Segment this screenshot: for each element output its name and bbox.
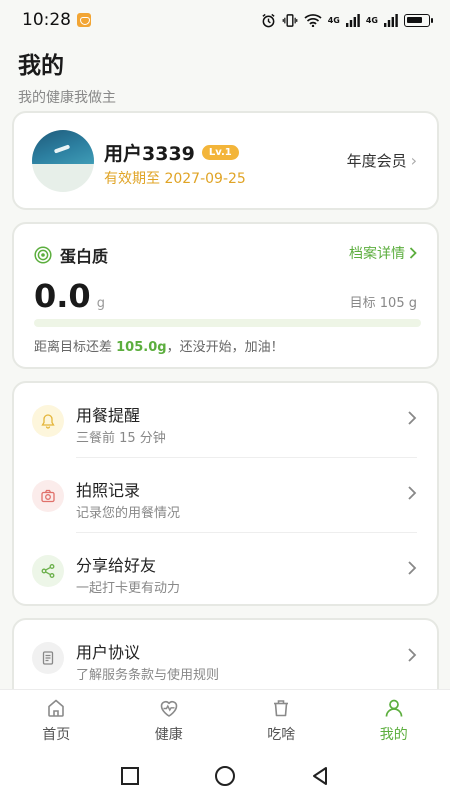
- chevron-right-icon: ›: [410, 151, 417, 170]
- menu-item-subtitle: 三餐前 15 分钟: [76, 431, 166, 446]
- menu-item-meal-reminder[interactable]: 用餐提醒 三餐前 15 分钟: [14, 383, 437, 457]
- level-badge: Lv.1: [201, 145, 239, 160]
- app-notification-icon: [77, 13, 91, 27]
- profile-card[interactable]: 用户3339 Lv.1 有效期至 2027-09-25 年度会员 ›: [12, 111, 439, 210]
- page-title: 我的: [18, 53, 64, 79]
- protein-goal: 目标 105 g: [349, 296, 417, 311]
- chevron-right-icon: [408, 648, 417, 662]
- page-header: 我的 我的健康我做主: [18, 46, 116, 107]
- signal-icon-2: [384, 13, 398, 27]
- wifi-icon: [304, 14, 322, 27]
- protein-remaining-message: 距离目标还差 105.0g，还没开始，加油！: [34, 336, 284, 355]
- chevron-right-icon: [409, 247, 417, 259]
- menu-item-title: 拍照记录: [76, 481, 141, 500]
- system-nav-bar: [0, 751, 450, 800]
- chevron-right-icon: [408, 411, 417, 425]
- protein-progress-bar: [34, 319, 421, 327]
- alarm-icon: [262, 13, 275, 27]
- nav-item-health[interactable]: 健康: [113, 690, 226, 751]
- home-icon: [48, 699, 65, 717]
- remaining-amount: 105.0g: [116, 340, 167, 355]
- nav-item-what-to-eat[interactable]: 吃啥: [225, 690, 338, 751]
- menu-item-photo-record[interactable]: 拍照记录 记录您的用餐情况: [14, 458, 437, 532]
- profile-details-link[interactable]: 档案详情: [349, 243, 417, 263]
- network-label-1: 4G: [327, 15, 340, 25]
- avatar[interactable]: [32, 130, 94, 192]
- settings-menu-card: 用餐提醒 三餐前 15 分钟 拍照记录 记录您的用餐情况 分享给好友 一起打卡更…: [12, 381, 439, 606]
- trash-bin-icon: [274, 700, 289, 717]
- bottom-nav: 首页 健康 吃啥 我的: [0, 689, 450, 751]
- status-bar: 10:28 4G 4G: [0, 0, 450, 40]
- nav-label: 首页: [42, 727, 71, 743]
- membership-link[interactable]: 年度会员 ›: [347, 150, 417, 171]
- menu-item-title: 用餐提醒: [76, 406, 141, 425]
- heart-pulse-icon: [160, 701, 178, 717]
- menu-item-title: 用户协议: [76, 643, 141, 662]
- profile-details-label: 档案详情: [349, 246, 405, 262]
- protein-label: 蛋白质: [60, 247, 109, 266]
- page-subtitle: 我的健康我做主: [18, 90, 116, 106]
- menu-item-subtitle: 一起打卡更有动力: [76, 581, 181, 596]
- chevron-right-icon: [408, 486, 417, 500]
- home-button[interactable]: [214, 765, 236, 787]
- protein-value: 0.0: [34, 277, 91, 315]
- menu-item-title: 分享给好友: [76, 556, 157, 575]
- message-prefix: 距离目标还差: [34, 340, 117, 355]
- document-icon: [32, 642, 64, 674]
- recent-apps-button[interactable]: [120, 766, 140, 786]
- message-suffix: ，还没开始，加油！: [166, 340, 284, 355]
- network-label-2: 4G: [365, 15, 378, 25]
- battery-icon: [404, 13, 433, 27]
- protein-unit: g: [96, 296, 105, 311]
- nav-item-home[interactable]: 首页: [0, 690, 113, 751]
- menu-item-user-agreement[interactable]: 用户协议 了解服务条款与使用规则: [14, 620, 437, 694]
- nav-label: 健康: [154, 727, 183, 743]
- chevron-right-icon: [408, 561, 417, 575]
- bell-icon: [32, 405, 64, 437]
- back-button[interactable]: [310, 766, 330, 786]
- nav-item-mine[interactable]: 我的: [338, 690, 450, 751]
- protein-card: 蛋白质 档案详情 0.0 g 目标 105 g 距离目标还差 105.0g，还没…: [12, 222, 439, 369]
- person-icon: [385, 699, 403, 717]
- target-icon: [34, 246, 52, 264]
- username: 用户3339: [104, 143, 195, 165]
- status-time: 10:28: [22, 10, 71, 30]
- signal-icon: [345, 13, 360, 27]
- nav-label: 吃啥: [267, 727, 296, 743]
- vibrate-icon: [282, 13, 298, 27]
- nav-label: 我的: [379, 727, 408, 743]
- membership-expiry: 有效期至 2027-09-25: [104, 171, 246, 187]
- menu-item-subtitle: 了解服务条款与使用规则: [76, 668, 220, 683]
- menu-item-share[interactable]: 分享给好友 一起打卡更有动力: [14, 533, 437, 607]
- membership-label: 年度会员: [346, 152, 407, 170]
- camera-icon: [32, 480, 64, 512]
- menu-item-subtitle: 记录您的用餐情况: [76, 506, 181, 521]
- share-icon: [32, 555, 64, 587]
